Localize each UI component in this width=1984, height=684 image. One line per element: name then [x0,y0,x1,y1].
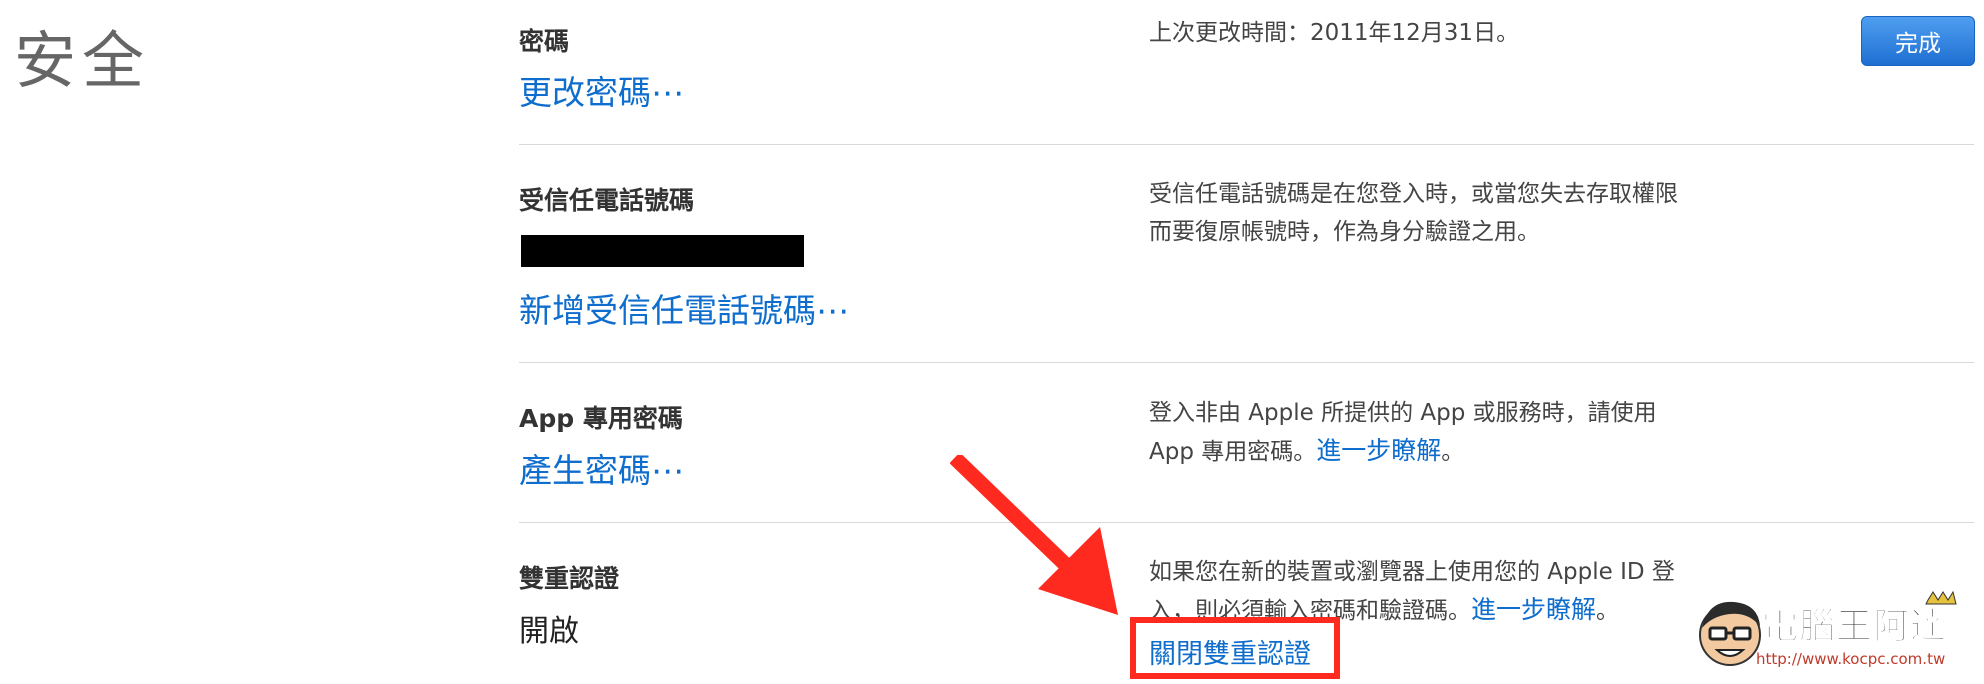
turn-off-two-factor-link[interactable]: 關閉雙重認證 [1149,632,1311,671]
add-trusted-phone-link[interactable]: 新增受信任電話號碼⋯ [519,284,849,332]
trusted-phone-section-title: 受信任電話號碼 [519,186,695,215]
watermark-url: http://www.kocpc.com.tw [1756,650,1946,668]
trusted-phone-description-line: 而要復原帳號時，作為身分驗證之用。 [1149,219,1540,245]
password-section-title: 密碼 [519,27,570,56]
generate-password-link[interactable]: 產生密碼⋯ [519,444,684,492]
two-factor-section-title: 雙重認證 [519,564,620,593]
trusted-phone-description: 受信任電話號碼是在您登入時，或當您失去存取權限 而要復原帳號時，作為身分驗證之用… [1149,175,1709,251]
divider [519,362,1974,363]
description-text: 。 [1441,439,1465,465]
redacted-phone-number [521,235,804,267]
trusted-phone-description-line: 受信任電話號碼是在您登入時，或當您失去存取權限 [1149,181,1678,207]
learn-more-link[interactable]: 進一步瞭解 [1471,595,1596,624]
annotation-arrow-icon [950,455,1118,615]
app-passwords-description-line: 登入非由 Apple 所提供的 App 或服務時，請使用 [1149,400,1657,426]
app-passwords-section-title: App 專用密碼 [519,404,683,433]
two-factor-description-line: 如果您在新的裝置或瀏覽器上使用您的 Apple ID 登 [1149,559,1675,585]
two-factor-status: 開啟 [519,614,579,649]
description-text: 。 [1596,598,1620,624]
done-button[interactable]: 完成 [1861,16,1975,66]
learn-more-link[interactable]: 進一步瞭解 [1316,436,1441,465]
change-password-link[interactable]: 更改密碼⋯ [519,66,684,114]
password-last-changed: 上次更改時間：2011年12月31日。 [1149,20,1520,46]
mascot-icon [1699,601,1761,666]
app-passwords-description: 登入非由 Apple 所提供的 App 或服務時，請使用 App 專用密碼。進一… [1149,394,1709,471]
watermark-name: 電腦王阿達 [1761,606,1948,648]
divider [519,144,1974,145]
divider [519,522,1974,523]
page-title: 安全 [14,24,151,97]
description-text: App 專用密碼。 [1149,439,1317,465]
app-passwords-description-line: App 專用密碼。進一步瞭解。 [1149,432,1709,471]
